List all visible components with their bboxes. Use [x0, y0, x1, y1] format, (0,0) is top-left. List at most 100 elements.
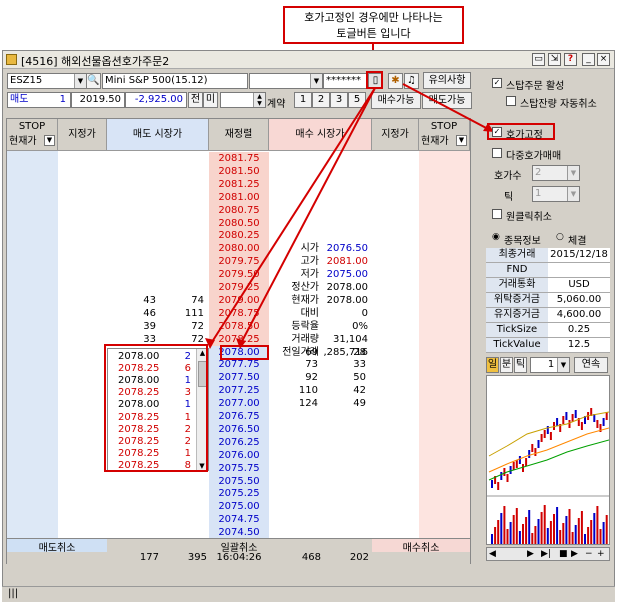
chart-continuous-button[interactable]: 연속: [574, 357, 608, 373]
price-cell[interactable]: 2081.50: [209, 164, 269, 178]
chart-stop-icon[interactable]: ■: [559, 548, 568, 560]
fill-tab-radio[interactable]: ○: [556, 232, 564, 242]
price-cell[interactable]: 2080.25: [209, 229, 269, 243]
price-cell[interactable]: 2074.75: [209, 513, 269, 527]
chevron-down-icon[interactable]: ▼: [310, 74, 322, 88]
search-icon[interactable]: 🔍: [86, 73, 101, 89]
settings-gear-icon[interactable]: ✱: [388, 73, 403, 89]
save-icon[interactable]: ⇲: [548, 53, 561, 66]
all-button[interactable]: 전: [188, 92, 203, 108]
chevron-down-icon[interactable]: ▼: [557, 358, 569, 372]
zoom-out-icon[interactable]: −: [585, 548, 593, 560]
account-select[interactable]: ▼: [249, 73, 323, 89]
stop-right-column[interactable]: [419, 119, 470, 563]
buy-qty-cell: [269, 449, 321, 462]
chart-tab-tick[interactable]: 틱: [514, 357, 527, 373]
price-cell[interactable]: 2075.50: [209, 474, 269, 488]
designated-right-column[interactable]: [372, 119, 419, 563]
price-cell[interactable]: 2077.50: [209, 371, 269, 385]
info-tab-radio[interactable]: ◉: [492, 232, 500, 242]
multi-hoga-checkbox[interactable]: [492, 148, 502, 158]
price-cell[interactable]: 2080.50: [209, 216, 269, 230]
price-cell[interactable]: 2077.75: [209, 358, 269, 372]
chevron-down-icon[interactable]: ▼: [456, 135, 467, 146]
qty-button-2[interactable]: 2: [312, 92, 330, 108]
volume-bar: [605, 515, 608, 544]
price-cell[interactable]: 2081.25: [209, 177, 269, 191]
chart-play-icon[interactable]: ▶: [571, 548, 578, 560]
help-icon[interactable]: ?: [564, 53, 577, 66]
price-cell[interactable]: 2075.75: [209, 461, 269, 475]
price-cell[interactable]: 2075.00: [209, 500, 269, 514]
price-cell[interactable]: 2080.00: [209, 242, 269, 256]
price-cell[interactable]: 2076.50: [209, 422, 269, 436]
qty-stepper[interactable]: ▲ ▼: [220, 92, 266, 108]
tick-select[interactable]: 1 ▼: [532, 186, 580, 202]
close-icon[interactable]: ×: [597, 53, 610, 66]
price-cell[interactable]: 2078.25: [209, 332, 269, 346]
sell-market-header[interactable]: 매도 시장가: [107, 119, 209, 151]
tab-fills[interactable]: 체결: [568, 232, 586, 247]
chevron-down-icon[interactable]: ▼: [44, 135, 55, 146]
sell-cancel-button[interactable]: 매도취소: [7, 539, 107, 554]
price-cell[interactable]: 2078.75: [209, 306, 269, 320]
market-info-label: 대비: [300, 307, 319, 319]
sell-available-button[interactable]: 매도가능: [422, 92, 472, 109]
chart-end-icon[interactable]: ▶|: [541, 548, 551, 560]
price-cell[interactable]: 2079.00: [209, 293, 269, 307]
chart-tab-day[interactable]: 일: [486, 357, 499, 373]
price-cell[interactable]: 2079.25: [209, 281, 269, 294]
realign-button[interactable]: 일괄취소: [209, 539, 269, 554]
one-click-cancel-checkbox[interactable]: [492, 209, 502, 219]
candle: [556, 418, 559, 426]
zoom-in-icon[interactable]: +: [597, 548, 605, 560]
buy-cancel-button[interactable]: 매수취소: [372, 539, 470, 554]
chevron-down-icon[interactable]: ▼: [74, 74, 86, 88]
chart-tab-minute[interactable]: 분: [500, 357, 513, 373]
window-option-icon[interactable]: ▭: [532, 53, 545, 66]
chart-period-select[interactable]: 1 ▼: [530, 357, 570, 373]
price-cell[interactable]: 2075.25: [209, 487, 269, 501]
price-cell[interactable]: 2077.25: [209, 384, 269, 398]
chart-scroll-left-icon[interactable]: ◀: [489, 548, 496, 560]
price-cell[interactable]: 2080.75: [209, 203, 269, 217]
market-info-label: 고가: [300, 256, 319, 268]
symbol-code-select[interactable]: ESZ15 ▼: [7, 73, 87, 89]
price-cell[interactable]: 2081.00: [209, 190, 269, 204]
hoga-fixed-checkbox[interactable]: ✓: [492, 127, 502, 137]
buy-qty-cell: 124: [298, 398, 318, 410]
stop-order-checkbox[interactable]: ✓: [492, 78, 502, 88]
minimize-icon[interactable]: _: [582, 53, 595, 66]
sound-icon[interactable]: ♫: [404, 73, 419, 89]
chevron-down-icon[interactable]: ▼: [567, 166, 579, 180]
stop-right-header[interactable]: STOP 현재가 ▼: [419, 119, 470, 151]
price-cell[interactable]: 2076.00: [209, 448, 269, 462]
hoga-count-select[interactable]: 2 ▼: [532, 165, 580, 181]
stop-auto-cancel-checkbox[interactable]: [506, 96, 516, 106]
stop-left-column[interactable]: [7, 119, 58, 563]
qty-button-5[interactable]: 5: [348, 92, 366, 108]
price-cell[interactable]: 2076.25: [209, 435, 269, 449]
buy-available-button[interactable]: 매수가능: [371, 92, 421, 109]
candle: [571, 414, 574, 422]
market-info-value: 2076.50: [326, 243, 368, 255]
stop-left-header[interactable]: STOP 현재가 ▼: [7, 119, 58, 151]
price-cell[interactable]: 2081.75: [209, 152, 269, 165]
notice-button[interactable]: 유의사항: [423, 72, 471, 89]
price-cell[interactable]: 2076.75: [209, 410, 269, 423]
price-cell[interactable]: 2077.00: [209, 397, 269, 411]
price-cell[interactable]: 2078.50: [209, 319, 269, 333]
unfilled-button[interactable]: 미: [203, 92, 218, 108]
chevron-down-icon[interactable]: ▼: [567, 187, 579, 201]
designated-left-column[interactable]: [58, 119, 107, 563]
price-cell[interactable]: 2079.75: [209, 255, 269, 269]
qty-button-3[interactable]: 3: [330, 92, 348, 108]
tab-stock-info[interactable]: 종목정보: [504, 232, 541, 247]
stepper-arrows-icon[interactable]: ▲ ▼: [253, 93, 265, 107]
reassess-header[interactable]: 재정렬: [209, 119, 269, 151]
price-cell[interactable]: 2079.50: [209, 268, 269, 282]
chart-scroll-right-icon[interactable]: ▶: [527, 548, 534, 560]
buy-market-header[interactable]: 매수 시장가: [269, 119, 372, 151]
password-field[interactable]: *******: [323, 73, 367, 89]
qty-button-1[interactable]: 1: [294, 92, 312, 108]
